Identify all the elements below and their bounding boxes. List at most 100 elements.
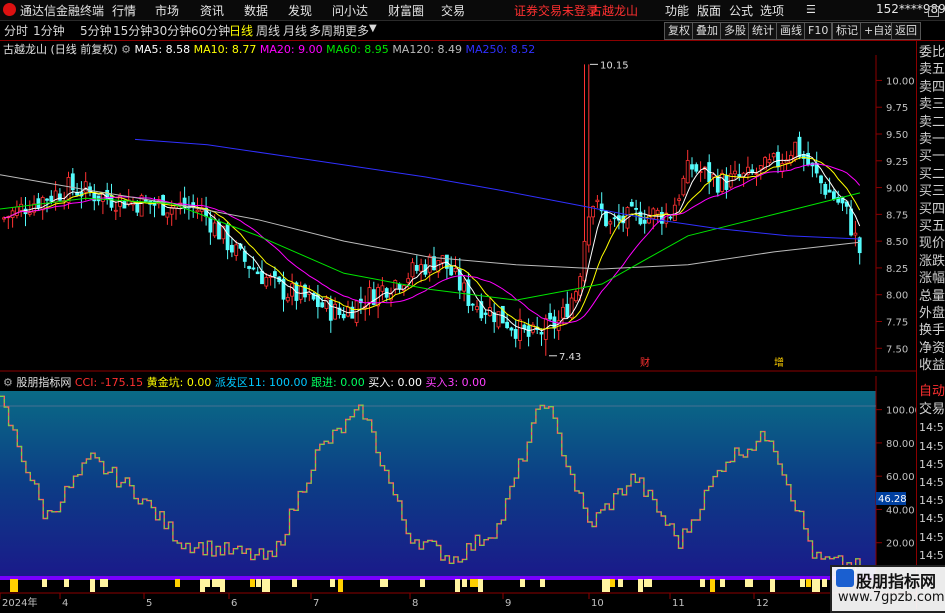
tick-time: 14:5 [919, 512, 944, 526]
user-icon[interactable]: ☰ [806, 3, 816, 16]
low-price-label: 7.43 [559, 352, 581, 363]
candle-up [419, 264, 424, 272]
app-title: 通达信金融终端 [20, 4, 105, 18]
quote-field-label: 买三 [919, 184, 945, 200]
price-tick-label: 9.25 [886, 157, 908, 168]
menu-layout[interactable]: 版面 [697, 2, 721, 19]
candle-up [427, 255, 432, 273]
quote-field-label: 买一 [919, 149, 945, 165]
candle-up [518, 319, 522, 341]
candle-up [561, 306, 565, 319]
indicator-grid: 100.00 80.00 60.00 40.00 20.00 46.28 [876, 406, 916, 550]
stats-button[interactable]: 统计 [748, 22, 778, 40]
candle-up [677, 198, 681, 201]
quote-field-label: 涨跌 [919, 253, 945, 269]
multi-stock-button[interactable]: 多股 [720, 22, 750, 40]
trade-login-notice[interactable]: 证券交易未登录 [514, 2, 598, 19]
stock-name[interactable]: 古越龙山 (日线 前复权) [3, 43, 118, 56]
signal-block [618, 579, 623, 587]
mark-button[interactable]: 标记 [832, 22, 862, 40]
tick-time: 14:5 [919, 494, 944, 508]
signal-block [470, 579, 478, 587]
candle-down [565, 303, 570, 318]
menu-quotes[interactable]: 行情 [112, 2, 136, 19]
date-tick-label: 5 [146, 598, 152, 609]
menu-market[interactable]: 市场 [155, 2, 179, 19]
price-tick-label: 8.50 [886, 237, 908, 248]
period-60min[interactable]: 60分钟 [191, 22, 230, 39]
price-grid [876, 79, 882, 349]
candle-up [651, 208, 656, 220]
indicator-name[interactable]: 股朋指标网 [16, 376, 71, 389]
buy3-value: 买入3: 0.00 [425, 376, 487, 389]
period-more[interactable]: 更多 [345, 22, 369, 39]
menu-discover[interactable]: 发现 [288, 2, 312, 19]
candle-up [767, 159, 772, 164]
quote-field-label: 总量 [919, 288, 945, 304]
quote-side-panel: 委比 卖五 卖四 卖三 卖二 卖一 买一 买二 买三 买四 买五 现价 涨跌 涨幅 总量 外盘 换手 净资 收益 自… [916, 41, 945, 609]
menu-ask[interactable]: 问小达 [332, 2, 368, 19]
f10-button[interactable]: F10 [804, 22, 833, 40]
watermark-title: 股朋指标网 [856, 572, 937, 591]
signal-blocks [10, 579, 827, 592]
event-marker-increase[interactable]: 增 [774, 356, 784, 369]
period-15min[interactable]: 15分钟 [113, 22, 152, 39]
current-indicator-value: 46.28 [878, 494, 907, 505]
indicator-gear-icon[interactable]: ⚙ [3, 376, 16, 389]
signal-block [220, 579, 225, 592]
overlay-button[interactable]: 叠加 [692, 22, 722, 40]
price-axis-labels: 10.00 9.75 9.50 9.25 9.00 8.75 8.50 8.25 8.00 7.7… [549, 60, 915, 369]
period-weekly[interactable]: 周线 [256, 22, 280, 39]
watermark-url: www.7gpzb.com [838, 590, 945, 605]
period-toolbar: 分时 1分钟 5分钟 15分钟 30分钟 60分钟 日线 周线 月线 多周期 更… [0, 21, 945, 41]
chart-area[interactable]: 10.00 9.75 9.50 9.25 9.00 8.75 8.50 8.25 8.00 7.7… [0, 41, 916, 609]
menu-trade[interactable]: 交易 [441, 2, 465, 19]
signal-block [212, 579, 220, 587]
back-button[interactable]: 返回 [891, 22, 921, 40]
signal-block [10, 579, 18, 592]
quote-field-label: 外盘 [919, 306, 945, 321]
menu-formula[interactable]: 公式 [729, 2, 753, 19]
settings-gear-icon[interactable]: ⚙ [121, 43, 134, 56]
period-1min[interactable]: 1分钟 [33, 22, 65, 39]
menu-options[interactable]: 选项 [760, 2, 784, 19]
candle-up [165, 212, 170, 218]
candle-down [470, 303, 475, 306]
quote-field-label: 卖一 [919, 132, 945, 147]
chevron-down-icon[interactable]: ▼ [369, 23, 377, 34]
candle-up [681, 177, 686, 196]
candle-down [505, 321, 510, 329]
buy-value: 买入: 0.00 [368, 376, 422, 389]
period-daily[interactable]: 日线 [229, 22, 253, 39]
period-30min[interactable]: 30分钟 [152, 22, 191, 39]
quote-field-label: 净资 [919, 340, 945, 356]
candle-down [642, 219, 647, 224]
event-marker-finance[interactable]: 财 [640, 356, 650, 369]
indicator-tick-label: 60.00 [886, 472, 915, 483]
tick-time: 14:5 [919, 530, 944, 544]
menu-function[interactable]: 功能 [665, 2, 689, 19]
auto-trade-label[interactable]: 交易 [919, 401, 945, 418]
period-timeline[interactable]: 分时 [4, 22, 28, 39]
maximize-icon[interactable] [928, 6, 939, 17]
indicator-tick-label: 100.00 [886, 406, 916, 417]
quote-field-label: 委比 [919, 45, 945, 60]
candle-down [832, 191, 836, 200]
stock-link[interactable]: 古越龙山 [590, 2, 638, 19]
period-multi[interactable]: 多周期 [309, 22, 345, 39]
menu-data[interactable]: 数据 [244, 2, 268, 19]
period-5min[interactable]: 5分钟 [80, 22, 112, 39]
quote-field-label: 买二 [919, 166, 945, 182]
draw-button[interactable]: 画线 [776, 22, 806, 40]
auto-trade-label[interactable]: 自动 [919, 383, 945, 400]
quote-field-label: 卖二 [919, 114, 945, 130]
adjust-button[interactable]: 复权 [664, 22, 694, 40]
candle-down [272, 271, 277, 277]
price-tick-label: 8.00 [886, 291, 908, 302]
date-tick-label: 8 [412, 598, 418, 609]
menu-news[interactable]: 资讯 [200, 2, 224, 19]
price-tick-label: 8.25 [886, 264, 908, 275]
signal-block [806, 579, 811, 587]
menu-wealth[interactable]: 财富圈 [388, 2, 424, 19]
period-monthly[interactable]: 月线 [283, 22, 307, 39]
